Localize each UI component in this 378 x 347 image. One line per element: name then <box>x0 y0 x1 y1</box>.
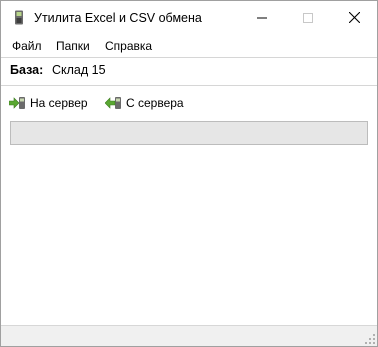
menu-bar: Файл Папки Справка <box>1 34 377 56</box>
arrow-left-icon <box>105 97 121 109</box>
close-button[interactable] <box>331 1 377 34</box>
arrow-right-icon <box>9 97 25 109</box>
download-from-server-button[interactable]: С сервера <box>105 94 184 112</box>
database-value: Склад 15 <box>52 63 106 77</box>
download-label: С сервера <box>126 96 184 110</box>
resize-grip-icon[interactable] <box>365 334 375 344</box>
menu-folders[interactable]: Папки <box>56 39 90 53</box>
status-bar <box>1 325 377 346</box>
upload-to-server-button[interactable]: На сервер <box>9 94 88 112</box>
close-icon <box>348 12 360 23</box>
title-bar[interactable]: Утилита Excel и CSV обмена <box>1 1 377 34</box>
database-label: База: <box>10 63 44 77</box>
menu-help[interactable]: Справка <box>105 39 152 53</box>
divider <box>1 85 377 86</box>
progress-bar <box>10 121 368 145</box>
window-title: Утилита Excel и CSV обмена <box>34 11 202 25</box>
phone-icon <box>15 10 23 25</box>
minimize-icon <box>257 17 267 18</box>
upload-label: На сервер <box>30 96 88 110</box>
divider <box>1 57 377 58</box>
minimize-button[interactable] <box>239 1 285 34</box>
menu-file[interactable]: Файл <box>12 39 42 53</box>
app-window: Утилита Excel и CSV обмена Файл Папки Сп… <box>0 0 378 347</box>
maximize-button[interactable] <box>285 1 331 34</box>
maximize-icon <box>303 12 313 23</box>
